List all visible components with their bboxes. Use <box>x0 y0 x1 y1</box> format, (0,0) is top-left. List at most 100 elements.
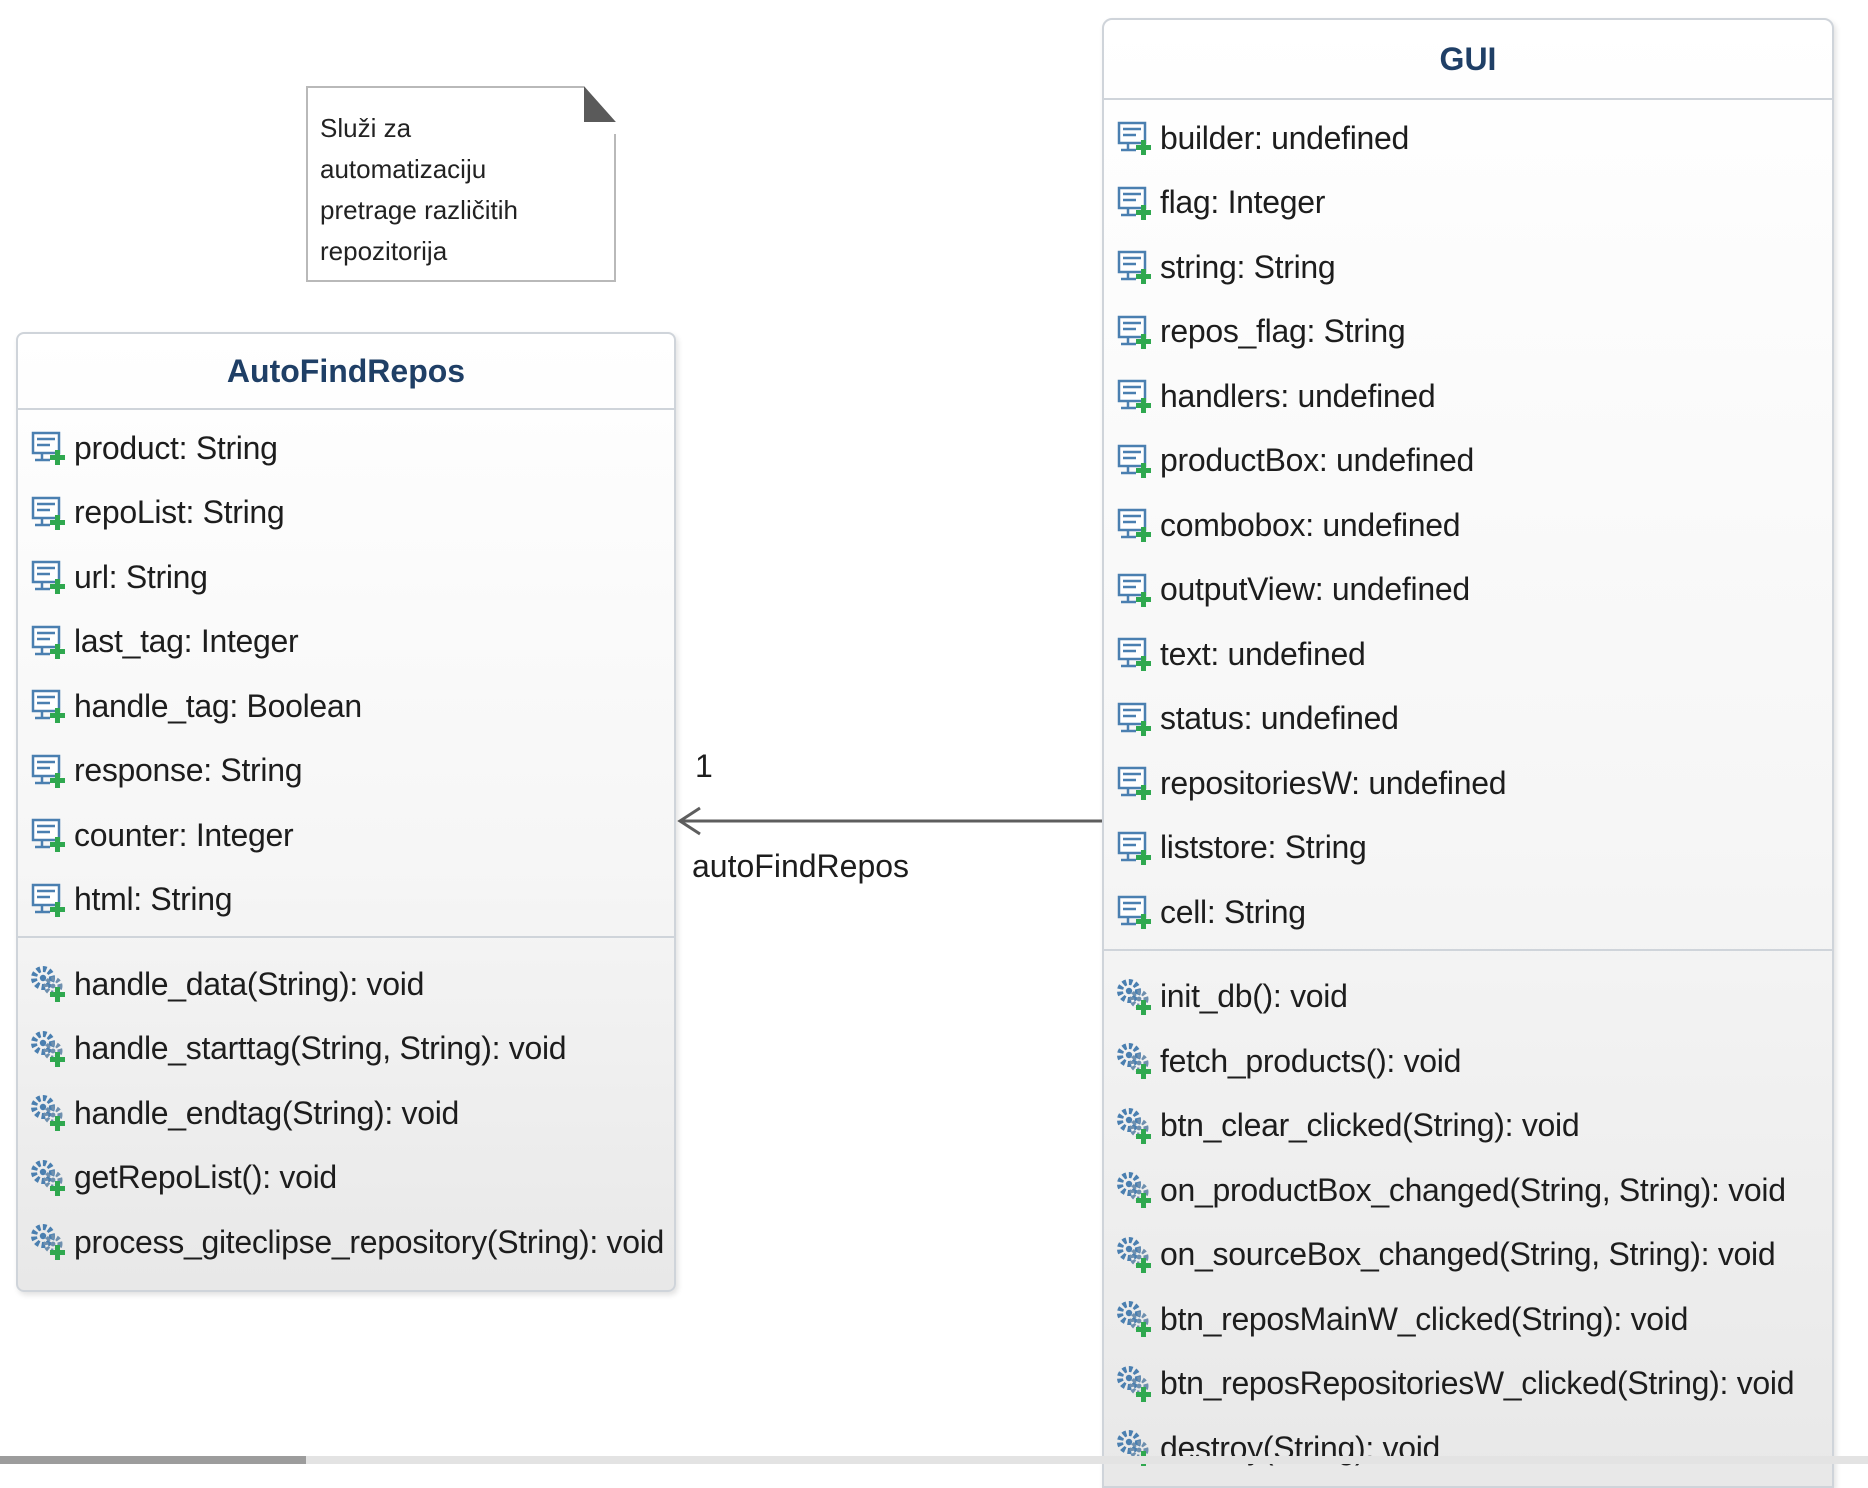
attribute-row[interactable]: status: undefined <box>1104 687 1832 752</box>
attribute-row[interactable]: url: String <box>18 545 674 610</box>
attribute-text: cell: String <box>1160 893 1306 930</box>
public-attribute-icon <box>30 428 70 468</box>
attribute-text: response: String <box>74 752 303 789</box>
attributes-compartment: builder: undefined flag: Integer string: S… <box>1104 100 1832 949</box>
operation-row[interactable]: handle_starttag(String, String): void <box>18 1017 674 1082</box>
operation-row[interactable]: on_productBox_changed(String, String): v… <box>1104 1158 1832 1223</box>
public-attribute-icon <box>1116 828 1156 868</box>
attribute-text: repositoriesW: undefined <box>1160 764 1507 801</box>
note-line: pretrage različitih <box>320 195 518 225</box>
operation-text: handle_data(String): void <box>74 965 425 1002</box>
public-attribute-icon <box>30 880 70 920</box>
attribute-row[interactable]: repositoriesW: undefined <box>1104 751 1832 816</box>
attribute-text: handlers: undefined <box>1160 377 1436 414</box>
attribute-row[interactable]: last_tag: Integer <box>18 610 674 675</box>
public-operation-icon <box>1116 1235 1156 1275</box>
operation-row[interactable]: process_giteclipse_repository(String): v… <box>18 1210 674 1275</box>
association-multiplicity: 1 <box>695 748 713 784</box>
attribute-text: text: undefined <box>1160 635 1366 672</box>
operation-row[interactable]: handle_data(String): void <box>18 952 674 1017</box>
attribute-row[interactable]: text: undefined <box>1104 622 1832 687</box>
note-fold-corner-icon <box>584 86 616 134</box>
operations-compartment: init_db(): void fetch_products(): void btn… <box>1104 948 1832 1485</box>
public-operation-icon <box>30 1222 70 1262</box>
attribute-row[interactable]: repoList: String <box>18 481 674 546</box>
operation-row[interactable]: on_sourceBox_changed(String, String): vo… <box>1104 1223 1832 1288</box>
note-text: Služi za automatizaciju pretrage različi… <box>320 108 570 272</box>
public-attribute-icon <box>1116 376 1156 416</box>
class-gui[interactable]: GUI builder: undefined flag: Integer strin… <box>1102 18 1834 1488</box>
operation-text: handle_starttag(String, String): void <box>74 1030 567 1067</box>
public-attribute-icon <box>30 493 70 533</box>
note-line: repozitorija <box>320 236 448 266</box>
operation-row[interactable]: destroy(String): void <box>1104 1416 1832 1481</box>
attribute-text: url: String <box>74 558 208 595</box>
attribute-row[interactable]: product: String <box>18 416 674 481</box>
attribute-row[interactable]: productBox: undefined <box>1104 429 1832 494</box>
attribute-text: product: String <box>74 429 278 466</box>
attribute-row[interactable]: combobox: undefined <box>1104 493 1832 558</box>
public-operation-icon <box>30 1029 70 1069</box>
public-operation-icon <box>30 964 70 1004</box>
attribute-row[interactable]: response: String <box>18 739 674 804</box>
public-operation-icon <box>1116 977 1156 1017</box>
attribute-text: combobox: undefined <box>1160 506 1461 543</box>
public-attribute-icon <box>30 751 70 791</box>
operation-row[interactable]: init_db(): void <box>1104 965 1832 1030</box>
note-line: Služi za automatizaciju <box>320 113 487 184</box>
attribute-row[interactable]: html: String <box>18 868 674 933</box>
operation-text: btn_clear_clicked(String): void <box>1160 1107 1580 1144</box>
operation-row[interactable]: btn_clear_clicked(String): void <box>1104 1094 1832 1159</box>
public-operation-icon <box>1116 1364 1156 1404</box>
attribute-row[interactable]: handle_tag: Boolean <box>18 674 674 739</box>
public-attribute-icon <box>30 815 70 855</box>
note[interactable]: Služi za automatizaciju pretrage različi… <box>306 86 616 282</box>
attribute-row[interactable]: flag: Integer <box>1104 171 1832 236</box>
public-attribute-icon <box>30 686 70 726</box>
scrollbar-thumb[interactable] <box>0 1456 306 1464</box>
public-attribute-icon <box>1116 570 1156 610</box>
operation-row[interactable]: getRepoList(): void <box>18 1146 674 1211</box>
attribute-row[interactable]: handlers: undefined <box>1104 364 1832 429</box>
attribute-text: handle_tag: Boolean <box>74 687 362 724</box>
public-attribute-icon <box>1116 441 1156 481</box>
attribute-row[interactable]: builder: undefined <box>1104 106 1832 171</box>
public-operation-icon <box>30 1093 70 1133</box>
attributes-compartment: product: String repoList: String url: Stri… <box>18 410 674 936</box>
operation-row[interactable]: btn_reposMainW_clicked(String): void <box>1104 1287 1832 1352</box>
attribute-text: counter: Integer <box>74 816 294 853</box>
operation-row[interactable]: fetch_products(): void <box>1104 1029 1832 1094</box>
public-attribute-icon <box>1116 763 1156 803</box>
attribute-row[interactable]: counter: Integer <box>18 803 674 868</box>
operation-text: getRepoList(): void <box>74 1159 337 1196</box>
attribute-text: repos_flag: String <box>1160 313 1406 350</box>
horizontal-scrollbar[interactable] <box>0 1456 1868 1464</box>
association-role-name: autoFindRepos <box>692 848 910 884</box>
operation-row[interactable]: btn_reposRepositoriesW_clicked(String): … <box>1104 1352 1832 1417</box>
class-name: GUI <box>1104 20 1832 100</box>
attribute-text: string: String <box>1160 248 1336 285</box>
public-operation-icon <box>1116 1170 1156 1210</box>
public-attribute-icon <box>1116 892 1156 932</box>
operation-text: process_giteclipse_repository(String): v… <box>74 1223 665 1260</box>
attribute-row[interactable]: string: String <box>1104 235 1832 300</box>
public-attribute-icon <box>1116 118 1156 158</box>
operation-text: btn_reposRepositoriesW_clicked(String): … <box>1160 1365 1795 1402</box>
attribute-row[interactable]: outputView: undefined <box>1104 558 1832 623</box>
attribute-text: html: String <box>74 881 233 918</box>
class-autofindrepos[interactable]: AutoFindRepos product: String repoList: S… <box>16 332 676 1292</box>
attribute-text: flag: Integer <box>1160 184 1326 221</box>
operation-row[interactable]: handle_endtag(String): void <box>18 1081 674 1146</box>
attribute-row[interactable]: liststore: String <box>1104 816 1832 881</box>
class-name: AutoFindRepos <box>18 334 674 410</box>
operation-text: handle_endtag(String): void <box>74 1094 460 1131</box>
attribute-text: repoList: String <box>74 494 285 531</box>
attribute-text: last_tag: Integer <box>74 623 299 660</box>
public-attribute-icon <box>1116 183 1156 223</box>
public-operation-icon <box>1116 1041 1156 1081</box>
attribute-row[interactable]: repos_flag: String <box>1104 300 1832 365</box>
public-attribute-icon <box>1116 247 1156 287</box>
public-attribute-icon <box>30 622 70 662</box>
attribute-row[interactable]: cell: String <box>1104 880 1832 945</box>
public-operation-icon <box>1116 1299 1156 1339</box>
